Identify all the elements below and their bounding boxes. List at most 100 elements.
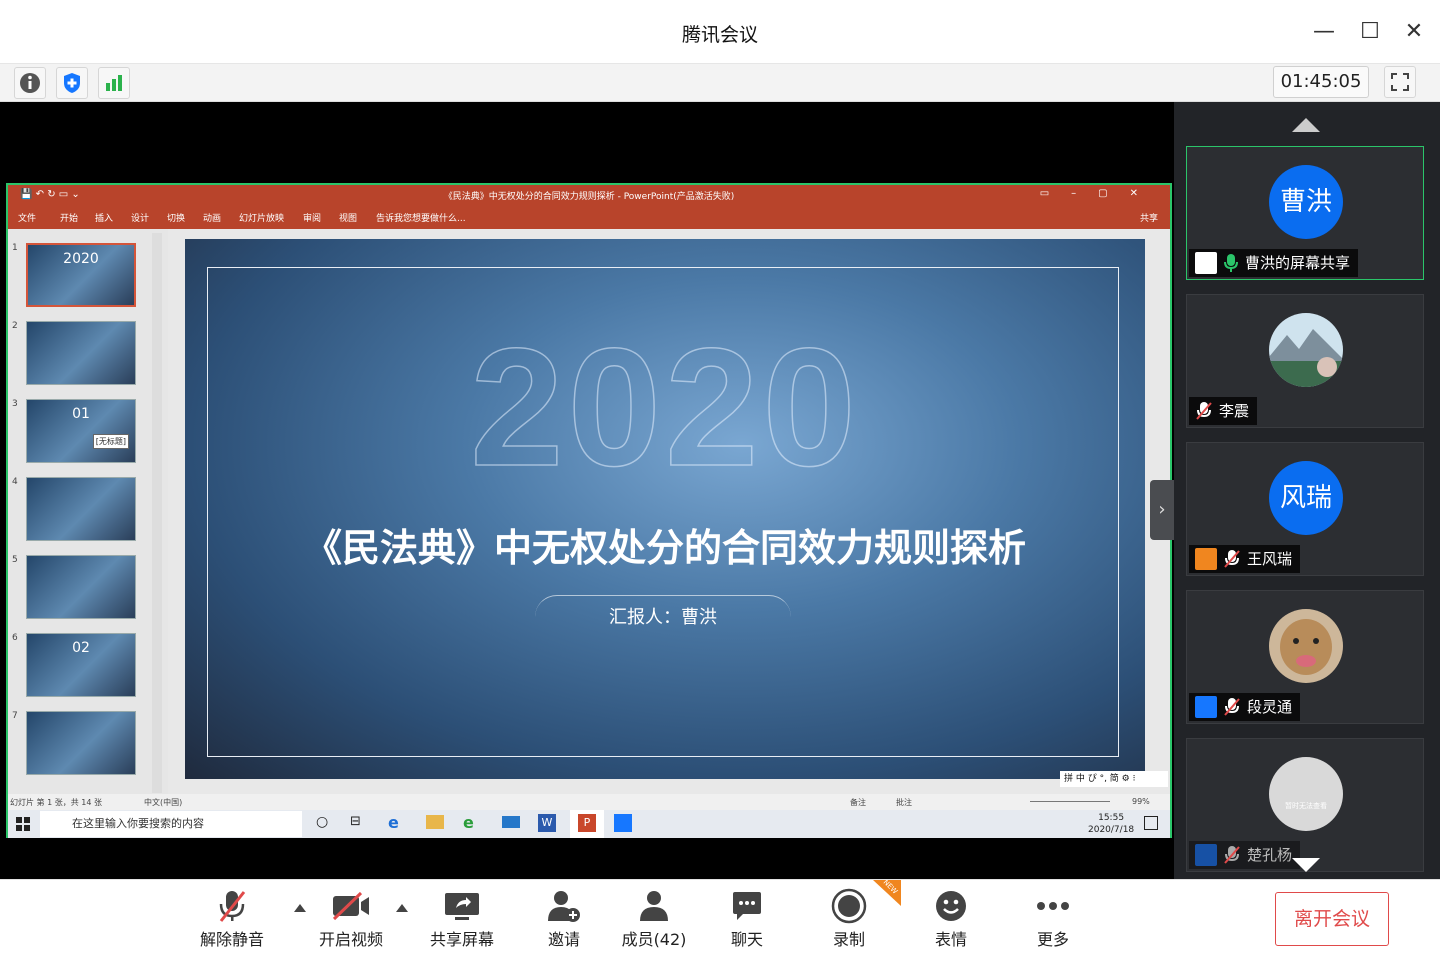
word-icon[interactable]: W bbox=[538, 814, 556, 832]
members-button[interactable]: 成员(42) bbox=[614, 888, 694, 954]
participant-tile[interactable]: 李震 bbox=[1186, 294, 1424, 428]
clock-time: 15:55 bbox=[1098, 813, 1125, 823]
ribbon-tab[interactable]: 文件 bbox=[18, 211, 36, 224]
participant-name-bar: 曹洪的屏幕共享 bbox=[1189, 249, 1359, 277]
ribbon-tab[interactable]: 审阅 bbox=[303, 211, 321, 224]
file-explorer-icon[interactable] bbox=[426, 815, 444, 829]
comments-button[interactable]: 批注 bbox=[896, 797, 912, 808]
meeting-timer: 01:45:05 bbox=[1273, 66, 1369, 98]
clock-date: 2020/7/18 bbox=[1088, 825, 1135, 835]
share-screen-icon bbox=[445, 893, 479, 920]
ribbon-tab[interactable]: 视图 bbox=[339, 211, 357, 224]
ribbon-tab[interactable]: 动画 bbox=[203, 211, 221, 224]
more-button[interactable]: 更多 bbox=[1013, 888, 1093, 954]
ie-browser-icon[interactable]: e bbox=[463, 813, 474, 832]
unmute-button[interactable]: 解除静音 bbox=[192, 888, 272, 954]
security-shield-icon[interactable] bbox=[56, 67, 88, 99]
participant-name: 王风瑞 bbox=[1247, 550, 1293, 568]
collapse-sidebar-chevron-icon[interactable]: › bbox=[1150, 480, 1174, 540]
slide-number: 5 bbox=[12, 555, 18, 565]
scroll-up-icon[interactable] bbox=[1292, 118, 1320, 132]
zoom-level[interactable]: 99% bbox=[1132, 797, 1150, 806]
close-icon[interactable]: ✕ bbox=[1400, 18, 1428, 46]
video-options-chevron-icon[interactable] bbox=[396, 904, 408, 912]
avatar: 曹洪 bbox=[1269, 165, 1343, 239]
tell-me-box[interactable]: 告诉我您想要做什么... bbox=[376, 211, 466, 224]
windows-taskbar: 在这里输入你要搜索的内容 ○ ⊟ e e W P 15:55 2020/7/18 bbox=[8, 810, 1170, 838]
chat-button[interactable]: 聊天 bbox=[707, 888, 787, 954]
invite-button[interactable]: 邀请 bbox=[524, 888, 604, 954]
ppt-window-controls[interactable]: ▭–▢✕ bbox=[1040, 188, 1160, 199]
slide-thumbnail[interactable] bbox=[26, 321, 136, 385]
slide-number: 2 bbox=[12, 321, 18, 331]
taskbar-search-box[interactable]: 在这里输入你要搜索的内容 bbox=[40, 811, 302, 837]
share-screen-button[interactable]: 共享屏幕 bbox=[422, 888, 502, 954]
emoji-button[interactable]: 表情 bbox=[911, 888, 991, 954]
slide-reporter: 汇报人：曹洪 bbox=[535, 595, 791, 637]
slide-thumbnail[interactable]: 2020 bbox=[26, 243, 136, 307]
thumbnail-tooltip: [无标题] bbox=[92, 434, 129, 449]
ppt-title-bar: 💾 ↶ ↻ ▭ ⌄ 《民法典》中无权处分的合同效力规则探析 - PowerPoi… bbox=[8, 185, 1170, 229]
start-video-button[interactable]: 开启视频 bbox=[311, 888, 391, 954]
participant-tile[interactable]: 段灵通 bbox=[1186, 590, 1424, 724]
user-icon bbox=[1195, 548, 1217, 570]
taskbar-clock[interactable]: 15:55 2020/7/18 bbox=[1088, 812, 1134, 836]
windows-start-icon[interactable] bbox=[16, 816, 30, 831]
ime-toolbar[interactable]: 拼 中 ぴ °, 简 ⚙ ⁝ bbox=[1060, 771, 1168, 787]
window-title: 腾讯会议 bbox=[681, 24, 758, 46]
avatar bbox=[1269, 313, 1343, 387]
smiley-icon bbox=[936, 891, 966, 921]
leave-meeting-button[interactable]: 离开会议 bbox=[1275, 892, 1389, 946]
slide-thumbnail[interactable]: 01 [无标题] bbox=[26, 399, 136, 463]
thumbnail-scrollbar[interactable] bbox=[152, 233, 162, 793]
ribbon-tab[interactable]: 切换 bbox=[167, 211, 185, 224]
slide-thumbnail[interactable] bbox=[26, 711, 136, 775]
chat-icon bbox=[733, 892, 761, 920]
ribbon-tab[interactable]: 插入 bbox=[95, 211, 113, 224]
zoom-slider[interactable] bbox=[1030, 801, 1110, 802]
powerpoint-icon: P bbox=[578, 814, 596, 832]
current-slide: 2020 《民法典》中无权处分的合同效力规则探析 汇报人：曹洪 bbox=[185, 239, 1145, 779]
meeting-toolbar: 解除静音 开启视频 共享屏幕 邀请 成员(42) 聊天 录制 NEW 表情 更多… bbox=[0, 879, 1440, 960]
shared-powerpoint-window: 💾 ↶ ↻ ▭ ⌄ 《民法典》中无权处分的合同效力规则探析 - PowerPoi… bbox=[6, 183, 1172, 838]
ribbon-tab[interactable]: 设计 bbox=[131, 211, 149, 224]
start-video-label: 开启视频 bbox=[318, 930, 383, 949]
record-icon bbox=[831, 888, 867, 924]
participant-tile[interactable]: 曹洪 曹洪的屏幕共享 bbox=[1186, 146, 1424, 280]
microphone-on-icon bbox=[1224, 254, 1238, 272]
scroll-down-icon[interactable] bbox=[1292, 858, 1320, 872]
ribbon-tab[interactable]: 幻灯片放映 bbox=[239, 211, 284, 224]
invite-label: 邀请 bbox=[547, 930, 580, 949]
record-button[interactable]: 录制 NEW bbox=[809, 880, 901, 954]
notification-icon[interactable] bbox=[1144, 816, 1158, 830]
task-view-icon[interactable]: ⊟ bbox=[350, 814, 361, 829]
user-icon bbox=[1195, 844, 1217, 866]
participant-name: 楚孔杨 bbox=[1247, 846, 1293, 864]
fullscreen-icon[interactable] bbox=[1384, 66, 1416, 98]
tencent-meeting-taskbar-icon[interactable] bbox=[614, 814, 632, 832]
participant-tile[interactable]: 风瑞 王风瑞 bbox=[1186, 442, 1424, 576]
audio-options-chevron-icon[interactable] bbox=[294, 904, 306, 912]
participant-name-bar: 楚孔杨 bbox=[1189, 841, 1301, 869]
slide-year: 2020 bbox=[469, 312, 860, 502]
cortana-icon[interactable]: ○ bbox=[316, 814, 328, 830]
slide-thumbnail[interactable]: 02 bbox=[26, 633, 136, 697]
info-icon[interactable] bbox=[14, 67, 46, 99]
mail-icon[interactable] bbox=[502, 816, 520, 828]
slide-thumbnail[interactable] bbox=[26, 555, 136, 619]
ppt-share-button[interactable]: 共享 bbox=[1140, 211, 1158, 224]
slide-thumbnail[interactable] bbox=[26, 477, 136, 541]
ribbon-tab[interactable]: 开始 bbox=[60, 211, 78, 224]
notes-button[interactable]: 备注 bbox=[850, 797, 866, 808]
edge-browser-icon[interactable]: e bbox=[388, 813, 399, 832]
maximize-icon[interactable]: ☐ bbox=[1356, 18, 1384, 46]
network-signal-icon[interactable] bbox=[98, 67, 130, 99]
more-dots-icon bbox=[1037, 902, 1069, 910]
participant-tile[interactable]: 暂时无法查看 楚孔杨 bbox=[1186, 738, 1424, 872]
minimize-icon[interactable]: — bbox=[1310, 18, 1338, 46]
powerpoint-taskbar-item[interactable]: P bbox=[570, 810, 604, 838]
microphone-muted-icon bbox=[1224, 846, 1240, 864]
microphone-muted-icon bbox=[1224, 550, 1240, 568]
microphone-muted-icon bbox=[219, 891, 246, 922]
language-status: 中文(中国) bbox=[144, 798, 183, 807]
